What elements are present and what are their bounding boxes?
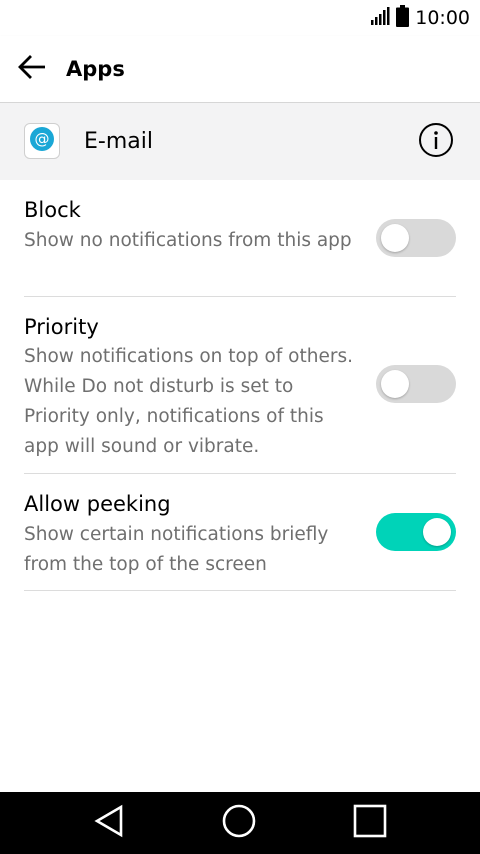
info-icon [418,122,454,162]
back-triangle-icon [93,804,125,842]
app-name: E-mail [84,129,153,154]
priority-toggle[interactable] [376,365,456,403]
home-circle-icon [221,803,257,843]
setting-title: Block [24,198,81,222]
setting-description: Show no notifications from this app [24,230,352,251]
setting-description: Show certain notifications briefly from … [24,524,329,575]
app-bar: Apps [0,36,480,103]
status-time: 10:00 [415,7,470,29]
block-toggle[interactable] [376,219,456,257]
nav-back-button[interactable] [89,803,129,843]
navigation-bar [0,792,480,854]
signal-icon [370,6,390,30]
recents-square-icon [353,804,387,842]
setting-row-allow-peeking[interactable]: Allow peeking Show certain notifications… [24,474,456,591]
setting-description: Show notifications on top of others. Whi… [24,346,353,457]
nav-home-button[interactable] [219,803,259,843]
page-title: Apps [66,57,125,81]
allow-peeking-toggle[interactable] [376,513,456,551]
setting-title: Priority [24,315,99,339]
setting-row-priority[interactable]: Priority Show notifications on top of ot… [24,297,456,474]
email-app-icon: @ [24,123,60,159]
nav-recents-button[interactable] [350,803,390,843]
svg-text:@: @ [35,130,50,148]
toggle-knob [423,518,451,546]
battery-icon [396,5,410,31]
app-header: @ E-mail [0,103,480,180]
app-info-button[interactable] [418,122,454,162]
arrow-left-icon [18,55,46,83]
email-at-icon: @ [29,126,55,156]
back-button[interactable] [14,53,50,85]
status-bar: 10:00 [0,0,480,36]
toggle-knob [381,224,409,252]
status-icons: 10:00 [370,5,470,31]
toggle-knob [381,370,409,398]
setting-row-block[interactable]: Block Show no notifications from this ap… [24,180,456,297]
setting-title: Allow peeking [24,492,171,516]
